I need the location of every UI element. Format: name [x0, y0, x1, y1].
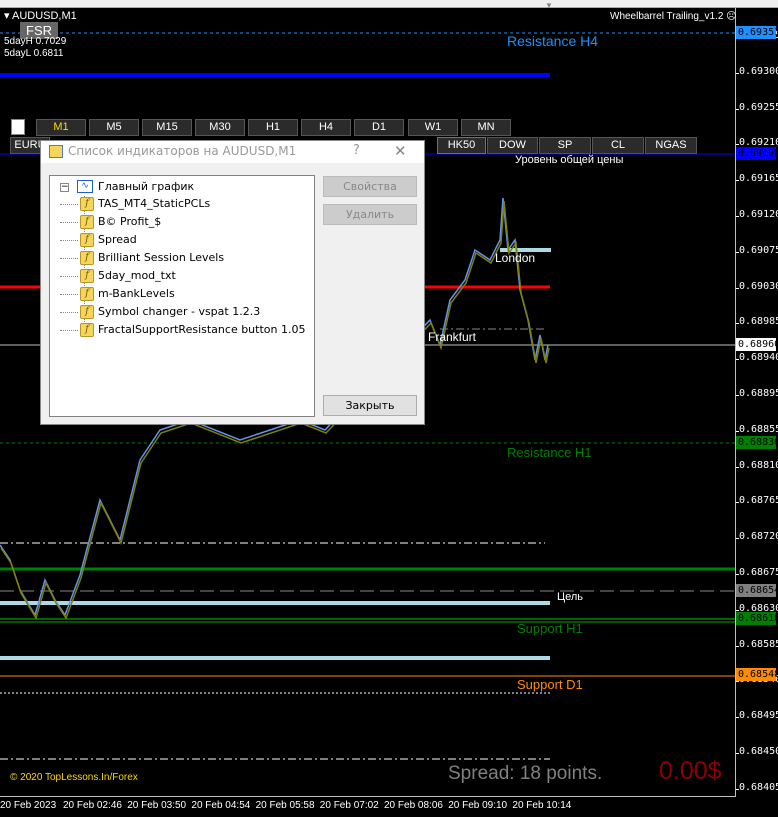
timeframe-m30[interactable]: M30 [195, 119, 245, 136]
chart-symbol: ▾ AUDUSD,M1 [4, 10, 77, 22]
indicator-item[interactable]: f B© Profit_$ [60, 214, 161, 230]
indicator-function-icon: f [80, 215, 94, 229]
price-badge: 0.68654 [736, 584, 778, 597]
tree-root[interactable]: Главный график [98, 180, 194, 193]
timeframe-h4[interactable]: H4 [301, 119, 351, 136]
indicator-function-icon: f [80, 269, 94, 283]
frankfurt-label: Frankfurt [428, 330, 477, 344]
timeframe-m5[interactable]: M5 [89, 119, 139, 136]
price-label: 0.69300 [739, 65, 778, 77]
indicator-function-icon: f [80, 287, 94, 301]
price-label: 0.69255 [739, 101, 778, 113]
five-day-low: 5dayL 0.6811 [4, 48, 64, 59]
price-label: 0.68585 [739, 638, 778, 650]
indicator-item[interactable]: f 5day_mod_txt [60, 268, 176, 284]
price-badge: 0.68836 [736, 436, 778, 449]
common-price-label: Уровень общей цены [515, 154, 624, 166]
symbol-dow[interactable]: DOW [487, 137, 538, 154]
symbol-sp[interactable]: SP [539, 137, 591, 154]
price-label: 0.68940 [739, 352, 778, 364]
indicator-item[interactable]: f m-BankLevels [60, 286, 175, 302]
price-label: 0.68675 [739, 567, 778, 578]
price-badge: 0.69198 [736, 147, 778, 160]
toggle-box[interactable] [11, 119, 25, 135]
price-label: 0.68855 [739, 423, 778, 435]
indicator-list-icon [49, 145, 63, 158]
delete-button[interactable]: Удалить [323, 204, 417, 225]
time-label: 20 Feb 05:58 [255, 800, 315, 811]
price-label: 0.69120 [739, 209, 778, 220]
shift-marker-icon[interactable]: ▼ [545, 1, 553, 10]
indicator-function-icon: f [80, 323, 94, 337]
indicator-function-icon: f [80, 233, 94, 247]
help-button[interactable]: ? [353, 143, 360, 158]
indicator-function-icon: f [80, 305, 94, 319]
support-h1-label: Support H1 [517, 621, 583, 636]
indicator-function-icon: f [80, 197, 94, 211]
price-label: 0.68895 [739, 388, 778, 399]
price-label: 0.68720 [739, 531, 778, 543]
indicator-function-icon: f [80, 251, 94, 265]
chart-window-icon: ∿ [77, 180, 93, 193]
indicator-item[interactable]: f FractalSupportResistance button 1.05 [60, 322, 305, 338]
target-label: Цель [557, 591, 584, 603]
price-label: 0.68450 [739, 746, 778, 757]
symbol-cl[interactable]: CL [592, 137, 644, 154]
timeframe-m1[interactable]: M1 [36, 119, 86, 136]
timeframe-w1[interactable]: W1 [408, 119, 458, 136]
five-day-high: 5dayH 0.7029 [4, 36, 67, 47]
timeframe-h1[interactable]: H1 [248, 119, 298, 136]
time-label: 20 Feb 10:14 [512, 800, 572, 811]
price-label: 0.68495 [739, 710, 778, 722]
dialog-title-bar: Список индикаторов на AUDUSD,M1 ? ✕ [41, 141, 424, 163]
indicator-item[interactable]: f Symbol changer - vspat 1.2.3 [60, 304, 260, 320]
time-label: 20 Feb 09:10 [448, 800, 508, 811]
price-label: 0.69165 [739, 173, 778, 185]
time-label: 20 Feb 08:06 [384, 800, 443, 811]
price-badge: 0.68960 [736, 338, 778, 351]
sad-face-icon: ☹ [726, 11, 737, 22]
price-label: 0.68405 [739, 781, 778, 793]
symbol-text: AUDUSD,M1 [11, 10, 77, 22]
price-label: 0.69075 [739, 244, 778, 256]
price-label: 0.68985 [739, 316, 778, 328]
london-label: London [495, 251, 536, 265]
indicator-item[interactable]: f Brilliant Session Levels [60, 250, 224, 266]
resistance-h4-label: Resistance H4 [507, 33, 599, 49]
timeframe-m15[interactable]: M15 [142, 119, 192, 136]
time-label: 20 Feb 07:02 [319, 800, 379, 811]
copyright: © 2020 TopLessons.In/Forex [10, 772, 138, 783]
indicator-tree: − ∿ Главный график f TAS_MT4_StaticPCLs f B… [49, 175, 315, 417]
collapse-icon[interactable]: − [60, 183, 69, 192]
dialog-title: Список индикаторов на AUDUSD,M1 [68, 144, 297, 158]
timeframe-d1[interactable]: D1 [354, 119, 404, 136]
resistance-h1-label: Resistance H1 [507, 445, 592, 460]
price-badge: 0.69351 [736, 26, 778, 39]
indicators-dialog: Список индикаторов на AUDUSD,M1 ? ✕ − ∿ … [40, 140, 425, 425]
price-badge: 0.68618 [736, 612, 778, 625]
spread-text: Spread: 18 points. [448, 763, 603, 784]
time-label: 20 Feb 04:54 [191, 800, 251, 811]
price-label: 0.68765 [739, 495, 778, 507]
indicator-item[interactable]: f Spread [60, 232, 137, 248]
indicator-item[interactable]: f TAS_MT4_StaticPCLs [60, 196, 210, 212]
symbol-hk50[interactable]: HK50 [437, 137, 486, 154]
timeframe-mn[interactable]: MN [461, 119, 511, 136]
time-label: 20 Feb 02:46 [63, 800, 122, 811]
support-d1-label: Support D1 [517, 677, 583, 692]
symbol-ngas[interactable]: NGAS [645, 137, 697, 154]
price-label: 0.68810 [739, 459, 778, 471]
ea-name: Wheelbarrel Trailing_v1.2 ☹ [610, 11, 737, 22]
close-button[interactable]: Закрыть [323, 395, 417, 416]
properties-button[interactable]: Свойства [323, 176, 417, 197]
time-label: 20 Feb 03:50 [127, 800, 187, 811]
time-label: 20 Feb 2023 [0, 800, 57, 811]
close-icon[interactable]: ✕ [394, 142, 407, 160]
price-badge: 0.68548 [736, 668, 778, 681]
profit-text: 0.00$ [659, 757, 722, 785]
price-label: 0.69030 [739, 280, 778, 292]
